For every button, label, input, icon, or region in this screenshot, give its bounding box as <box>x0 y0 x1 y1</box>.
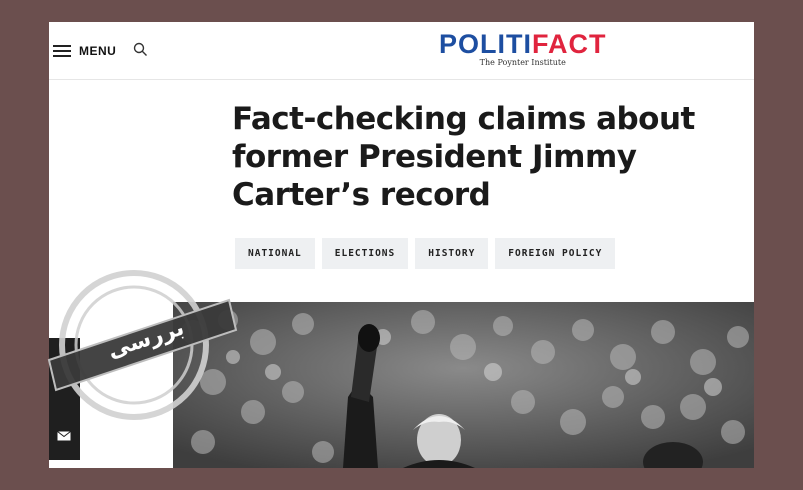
hero-photo <box>173 302 754 468</box>
logo-subtitle: The Poynter Institute <box>479 58 566 67</box>
search-icon[interactable] <box>133 42 148 57</box>
tag-history[interactable]: HISTORY <box>415 238 489 269</box>
politifact-logo[interactable]: POLITIFACT The Poynter Institute <box>439 30 607 67</box>
article-headline: Fact-checking claims about former Presid… <box>232 101 695 213</box>
menu-button[interactable]: MENU <box>53 40 116 62</box>
tag-elections[interactable]: ELECTIONS <box>321 238 409 269</box>
logo-fact: FACT <box>532 29 607 59</box>
hamburger-icon <box>53 45 71 57</box>
logo-politi: POLITI <box>439 29 532 59</box>
crowd-photo-illustration <box>173 302 754 468</box>
tag-foreign-policy[interactable]: FOREIGN POLICY <box>495 238 616 269</box>
menu-label: MENU <box>79 44 117 58</box>
tag-list: NATIONAL ELECTIONS HISTORY FOREIGN POLIC… <box>235 238 616 269</box>
tag-national[interactable]: NATIONAL <box>235 238 315 269</box>
site-header: MENU POLITIFACT The Poynter Institute <box>49 22 754 80</box>
